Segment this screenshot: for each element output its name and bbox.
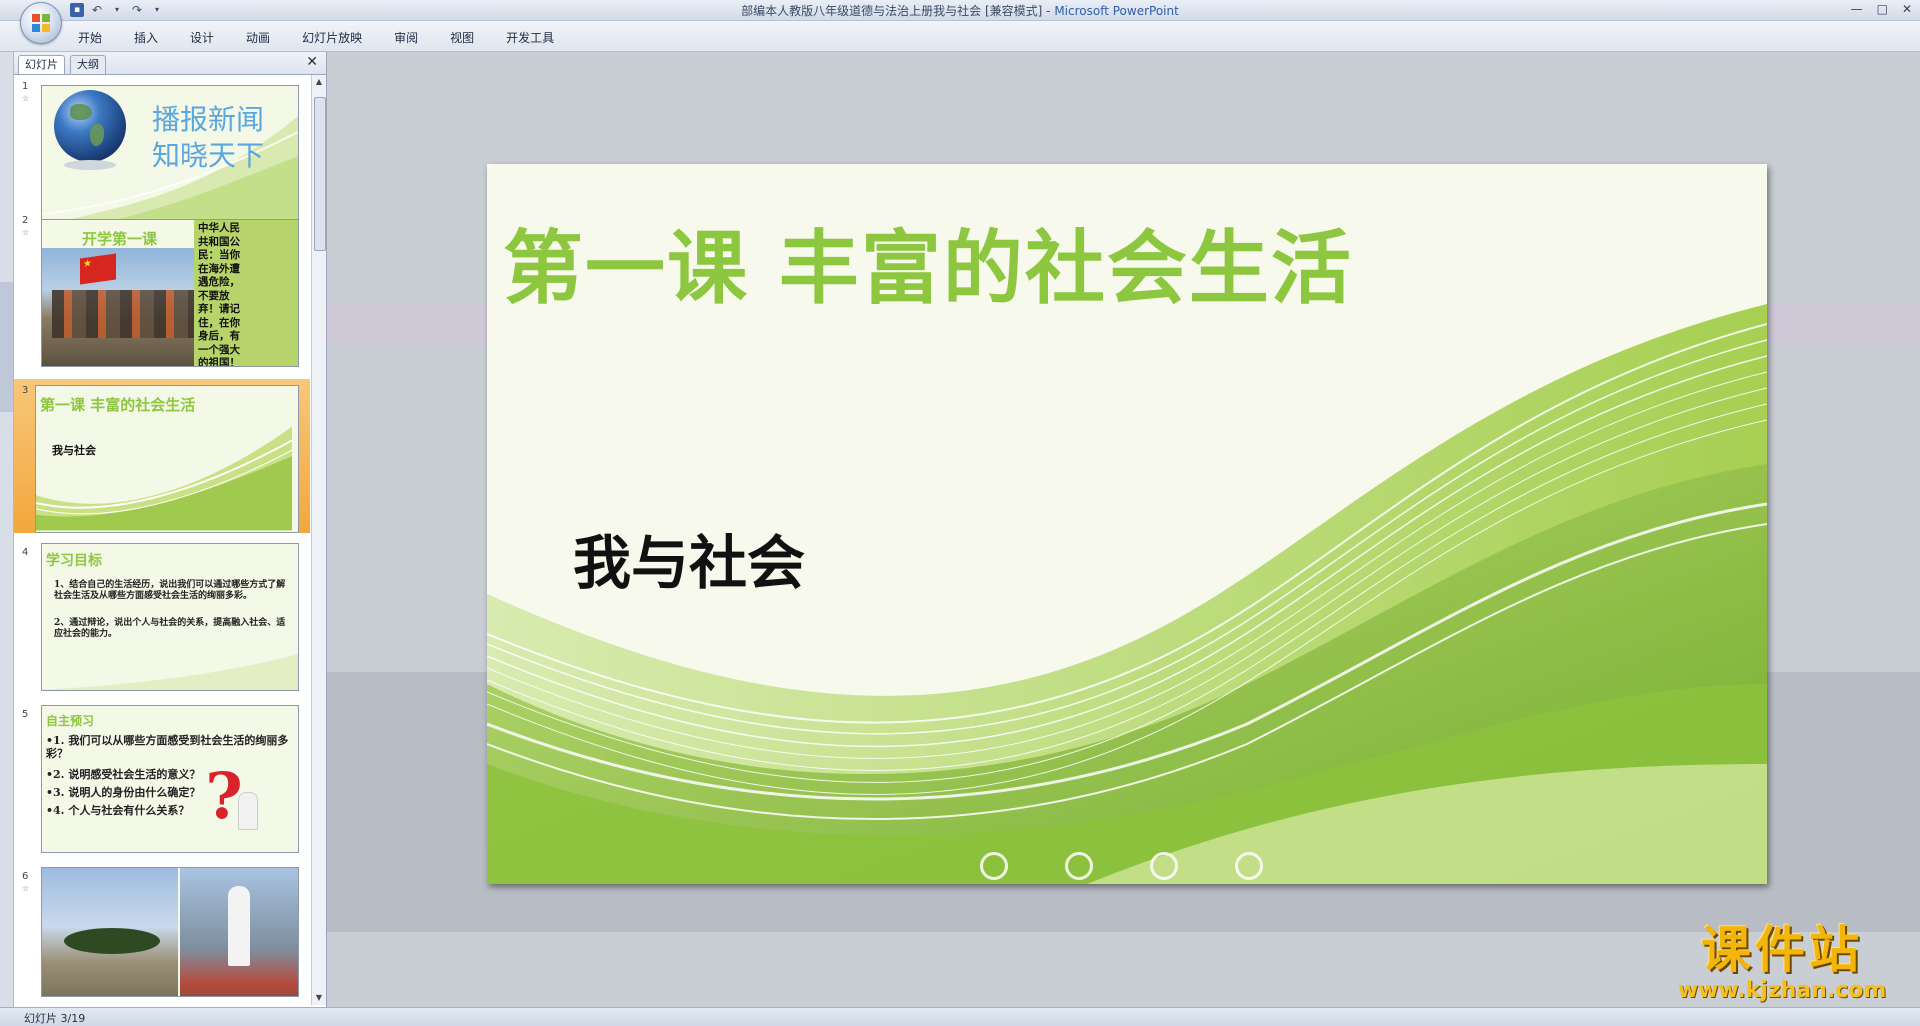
maximize-button[interactable]: □ [1877, 2, 1888, 16]
thumbnail-number: 3 [22, 385, 29, 396]
animation-icon: ☆ [22, 228, 30, 237]
tab-home[interactable]: 开始 [74, 29, 118, 46]
tab-developer[interactable]: 开发工具 [490, 29, 570, 46]
office-logo-icon [32, 14, 50, 32]
slides-panel: 幻灯片 大纲 ✕ 1 ☆ 播报新闻 知晓天下 2 ☆ ★ 开学第一课 中华人民共… [14, 52, 327, 1007]
flag-image [80, 253, 116, 285]
window-controls: — □ ✕ [1851, 2, 1912, 16]
panel-scrollbar[interactable]: ▲ ▼ [311, 75, 326, 1005]
thumbnail-item-2[interactable]: 2☆ 开学第一课 中华人民共和国公民：当你在海外遭遇危险，不要放弃！请记住，在你… [14, 209, 310, 373]
thumbnail-slide-2[interactable]: 开学第一课 中华人民共和国公民：当你在海外遭遇危险，不要放弃！请记住，在你身后，… [41, 219, 299, 367]
slide-editor: 第一课 丰富的社会生活 我与社会 [327, 52, 1920, 1007]
thumbnail-slide-5[interactable]: 自主预习 •1. 我们可以从哪些方面感受到社会生活的绚丽多彩？ •2. 说明感受… [41, 705, 299, 853]
thumbnail-title: 自主预习 [46, 714, 95, 728]
office-button[interactable] [20, 2, 62, 44]
title-bar: ▪ ↶ ▾ ↷ ▾ 部编本人教版八年级道德与法治上册我与社会 [兼容模式] - … [0, 0, 1920, 21]
app-name: Microsoft PowerPoint [1054, 4, 1179, 18]
thumbnail-item-5[interactable]: 5 自主预习 •1. 我们可以从哪些方面感受到社会生活的绚丽多彩？ •2. 说明… [14, 703, 310, 857]
thumbnail-title: 学习目标 [46, 553, 102, 569]
question-1: •1. 我们可以从哪些方面感受到社会生活的绚丽多彩？ [46, 734, 289, 760]
thumbnail-subtitle: 我与社会 [52, 444, 96, 457]
slide-title[interactable]: 第一课 丰富的社会生活 [503, 204, 1353, 320]
thumbnail-number: 4 [22, 547, 29, 558]
thumbnail-slide-6[interactable] [41, 867, 299, 997]
scroll-up-icon[interactable]: ▲ [312, 75, 326, 89]
tab-outline[interactable]: 大纲 [70, 55, 106, 74]
thumbnail-list: 1 ☆ 播报新闻 知晓天下 2 ☆ ★ 开学第一课 中华人民共和国公民：当你在海… [14, 75, 310, 1005]
thumbnail-item-4[interactable]: 4 学习目标 1、结合自己的生活经历，说出我们可以通过哪些方式了解社会生活及从哪… [14, 541, 310, 695]
thumbnail-number: 6 ☆ [22, 871, 30, 893]
decor-circle-1 [980, 852, 1008, 880]
minimize-button[interactable]: — [1851, 2, 1863, 16]
thumbnail-slide-3[interactable]: 第一课 丰富的社会生活 我与社会 [35, 385, 299, 533]
crowd-image [52, 290, 212, 338]
tab-animations[interactable]: 动画 [230, 29, 286, 46]
thumbnail-number: 2 ☆ [22, 215, 30, 237]
scroll-thumb[interactable] [314, 97, 326, 251]
side-text-panel: 中华人民共和国公民：当你在海外遭遇危险，不要放弃！请记住，在你身后，有一个强大的… [194, 220, 298, 366]
decor-circle-2 [1065, 852, 1093, 880]
tab-design[interactable]: 设计 [174, 29, 230, 46]
thumbnail-title: 开学第一课 [82, 230, 158, 248]
objective-line-1: 1、结合自己的生活经历，说出我们可以通过哪些方式了解社会生活及从哪些方面感受社会… [54, 580, 286, 601]
ribbon: 开始 插入 设计 动画 幻灯片放映 审阅 视图 开发工具 [0, 21, 1920, 52]
ribbon-tabs: 开始 插入 设计 动画 幻灯片放映 审阅 视图 开发工具 [74, 29, 570, 46]
scroll-down-icon[interactable]: ▼ [312, 991, 326, 1005]
panel-close-icon[interactable]: ✕ [306, 54, 318, 70]
slide-subtitle[interactable]: 我与社会 [573, 516, 805, 600]
decor-circle-3 [1150, 852, 1178, 880]
status-bar: 幻灯片 3/19 [0, 1007, 1920, 1026]
tab-view[interactable]: 视图 [434, 29, 490, 46]
tab-insert[interactable]: 插入 [118, 29, 174, 46]
thumbnail-slide-4[interactable]: 学习目标 1、结合自己的生活经历，说出我们可以通过哪些方式了解社会生活及从哪些方… [41, 543, 299, 691]
thumbnail-number: 5 [22, 709, 29, 720]
animation-icon: ☆ [22, 94, 30, 103]
figure-image [238, 792, 258, 830]
close-button[interactable]: ✕ [1902, 2, 1912, 16]
tab-slides[interactable]: 幻灯片 [18, 55, 65, 74]
thumbnail-item-6[interactable]: 6 ☆ [14, 865, 310, 1005]
question-3: •3. 说明人的身份由什么确定？ [46, 786, 201, 799]
question-2: •2. 说明感受社会生活的意义？ [46, 768, 201, 781]
tab-slide-show[interactable]: 幻灯片放映 [286, 29, 378, 46]
current-slide[interactable]: 第一课 丰富的社会生活 我与社会 [487, 164, 1767, 884]
thumbnail-number: 1 ☆ [22, 81, 30, 103]
watermark-logo: 课件站 www.kjzhan.com [1666, 922, 1898, 1010]
left-edge-strip [0, 52, 14, 1007]
person-image [228, 886, 250, 966]
watermark-text: 课件站 [1701, 920, 1863, 979]
thumbnail-title: 第一课 丰富的社会生活 [40, 396, 196, 414]
document-title: 部编本人教版八年级道德与法治上册我与社会 [兼容模式] [741, 4, 1043, 18]
watermark-url: www.kjzhan.com [1677, 978, 1887, 1003]
slide-counter: 幻灯片 3/19 [24, 1012, 86, 1025]
thumbnail-title: 播报新闻 知晓天下 [152, 103, 265, 172]
globe-image [54, 90, 126, 162]
thumbnail-item-3[interactable]: 3 第一课 丰富的社会生活 我与社会 [14, 379, 310, 533]
window-title: 部编本人教版八年级道德与法治上册我与社会 [兼容模式] - Microsoft … [0, 2, 1920, 19]
animation-icon: ☆ [22, 884, 30, 893]
question-4: •4. 个人与社会有什么关系？ [46, 804, 190, 817]
pine-tree-image [64, 928, 160, 954]
decor-circle-4 [1235, 852, 1263, 880]
objective-line-2: 2、通过辩论，说出个人与社会的关系，提高融入社会、适应社会的能力。 [54, 618, 286, 639]
side-text: 中华人民共和国公民：当你在海外遭遇危险，不要放弃！请记住，在你身后，有一个强大的… [198, 222, 240, 367]
panel-tabs: 幻灯片 大纲 ✕ [14, 52, 326, 75]
tab-review[interactable]: 审阅 [378, 29, 434, 46]
